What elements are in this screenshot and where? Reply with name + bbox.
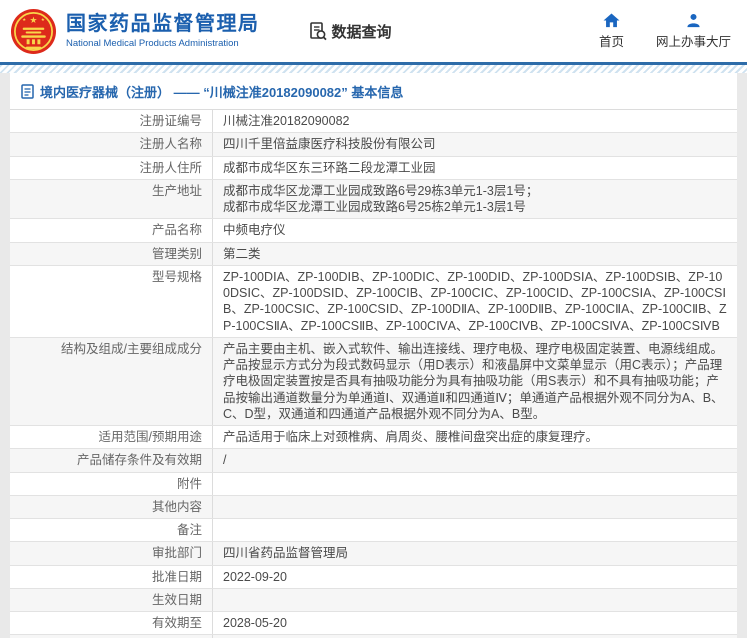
header-hatch-band	[0, 65, 747, 73]
nav-home-label: 首页	[599, 31, 624, 50]
field-label: 有效期至	[10, 612, 213, 634]
field-label: 管理类别	[10, 243, 213, 265]
page-header: ★ ★ ★ 国家药品监督管理局 National Medical Product…	[0, 0, 747, 62]
nmpa-logo[interactable]: ★ ★ ★ 国家药品监督管理局 National Medical Product…	[10, 8, 260, 55]
nav-home[interactable]: 首页	[599, 13, 624, 50]
field-label: 注册证编号	[10, 110, 213, 132]
field-label: 备注	[10, 519, 213, 541]
table-row: 型号规格 ZP-100DⅠA、ZP-100DⅠB、ZP-100DⅠC、ZP-10…	[10, 266, 737, 338]
field-label: 适用范围/预期用途	[10, 426, 213, 448]
top-nav: 首页 网上办事大厅	[599, 13, 731, 50]
field-value: 中频电疗仪	[213, 219, 737, 241]
data-query-label: 数据查询	[332, 21, 392, 42]
svg-text:★: ★	[30, 15, 38, 25]
home-icon	[603, 13, 620, 28]
nav-online-hall[interactable]: 网上办事大厅	[656, 13, 731, 50]
registration-info-table: 注册证编号 川械注准20182090082 注册人名称 四川千里倍益康医疗科技股…	[10, 109, 737, 638]
field-label: 产品储存条件及有效期	[10, 449, 213, 471]
svg-text:★: ★	[41, 17, 45, 22]
field-value: 第二类	[213, 243, 737, 265]
breadcrumb-text: 境内医疗器械（注册） —— “川械注准20182090082” 基本信息	[40, 82, 403, 101]
field-value: 成都市成华区东三环路二段龙潭工业园	[213, 157, 737, 179]
field-label: 注册人住所	[10, 157, 213, 179]
field-value: 四川省药品监督管理局	[213, 542, 737, 564]
field-label: 审批部门	[10, 542, 213, 564]
field-value: 2028-05-20	[213, 612, 737, 634]
data-query-tab[interactable]: 数据查询	[308, 21, 392, 42]
document-search-icon	[308, 21, 328, 41]
svg-text:★: ★	[22, 17, 26, 22]
org-name-cn: 国家药品监督管理局	[66, 13, 260, 36]
table-row: 备注	[10, 519, 737, 542]
field-value: 产品主要由主机、嵌入式软件、输出连接线、理疗电极、理疗电极固定装置、电源线组成。…	[213, 338, 737, 425]
field-label: 注册人名称	[10, 133, 213, 155]
content-panel: 境内医疗器械（注册） —— “川械注准20182090082” 基本信息 注册证…	[10, 73, 737, 638]
field-label: 其他内容	[10, 496, 213, 518]
field-value: 四川千里倍益康医疗科技股份有限公司	[213, 133, 737, 155]
table-row: 其他内容	[10, 496, 737, 519]
field-value: 产品适用于临床上对颈椎病、肩周炎、腰椎间盘突出症的康复理疗。	[213, 426, 737, 448]
table-row: 注册人名称 四川千里倍益康医疗科技股份有限公司	[10, 133, 737, 156]
field-label: 生效日期	[10, 589, 213, 611]
table-row: 注册证编号 川械注准20182090082	[10, 110, 737, 133]
table-row: 管理类别 第二类	[10, 243, 737, 266]
table-row: 适用范围/预期用途 产品适用于临床上对颈椎病、肩周炎、腰椎间盘突出症的康复理疗。	[10, 426, 737, 449]
field-value	[213, 519, 737, 541]
table-row: 产品名称 中频电疗仪	[10, 219, 737, 242]
national-emblem-icon: ★ ★ ★	[10, 8, 57, 55]
field-value: 成都市成华区龙潭工业园成致路6号29栋3单元1-3层1号； 成都市成华区龙潭工业…	[213, 180, 737, 219]
field-value: 川械注准20182090082	[213, 110, 737, 132]
field-label: 生产地址	[10, 180, 213, 219]
table-row: 生效日期	[10, 589, 737, 612]
person-icon	[686, 13, 701, 28]
table-row: 批准日期 2022-09-20	[10, 566, 737, 589]
field-label: 附件	[10, 473, 213, 495]
field-value: 2022-09-20	[213, 566, 737, 588]
field-value	[213, 473, 737, 495]
field-label: 型号规格	[10, 266, 213, 337]
field-label: 批准日期	[10, 566, 213, 588]
field-label: 产品名称	[10, 219, 213, 241]
field-value	[213, 589, 737, 611]
table-row: 结构及组成/主要组成成分 产品主要由主机、嵌入式软件、输出连接线、理疗电极、理疗…	[10, 338, 737, 426]
table-row: 有效期至 2028-05-20	[10, 612, 737, 635]
table-row: 产品储存条件及有效期 /	[10, 449, 737, 472]
table-row: 附件	[10, 473, 737, 496]
table-row: 生产地址 成都市成华区龙潭工业园成致路6号29栋3单元1-3层1号； 成都市成华…	[10, 180, 737, 220]
org-name-en: National Medical Products Administration	[66, 38, 260, 49]
field-value	[213, 496, 737, 518]
field-value: ZP-100DⅠA、ZP-100DⅠB、ZP-100DⅠC、ZP-100DⅠD、…	[213, 266, 737, 337]
table-row: 注册人住所 成都市成华区东三环路二段龙潭工业园	[10, 157, 737, 180]
document-icon	[21, 84, 34, 99]
field-label: 结构及组成/主要组成成分	[10, 338, 213, 425]
org-name-block: 国家药品监督管理局 National Medical Products Admi…	[66, 13, 260, 49]
field-value: /	[213, 449, 737, 471]
breadcrumb: 境内医疗器械（注册） —— “川械注准20182090082” 基本信息	[10, 73, 737, 109]
nav-online-hall-label: 网上办事大厅	[656, 31, 731, 50]
table-row: 审批部门 四川省药品监督管理局	[10, 542, 737, 565]
